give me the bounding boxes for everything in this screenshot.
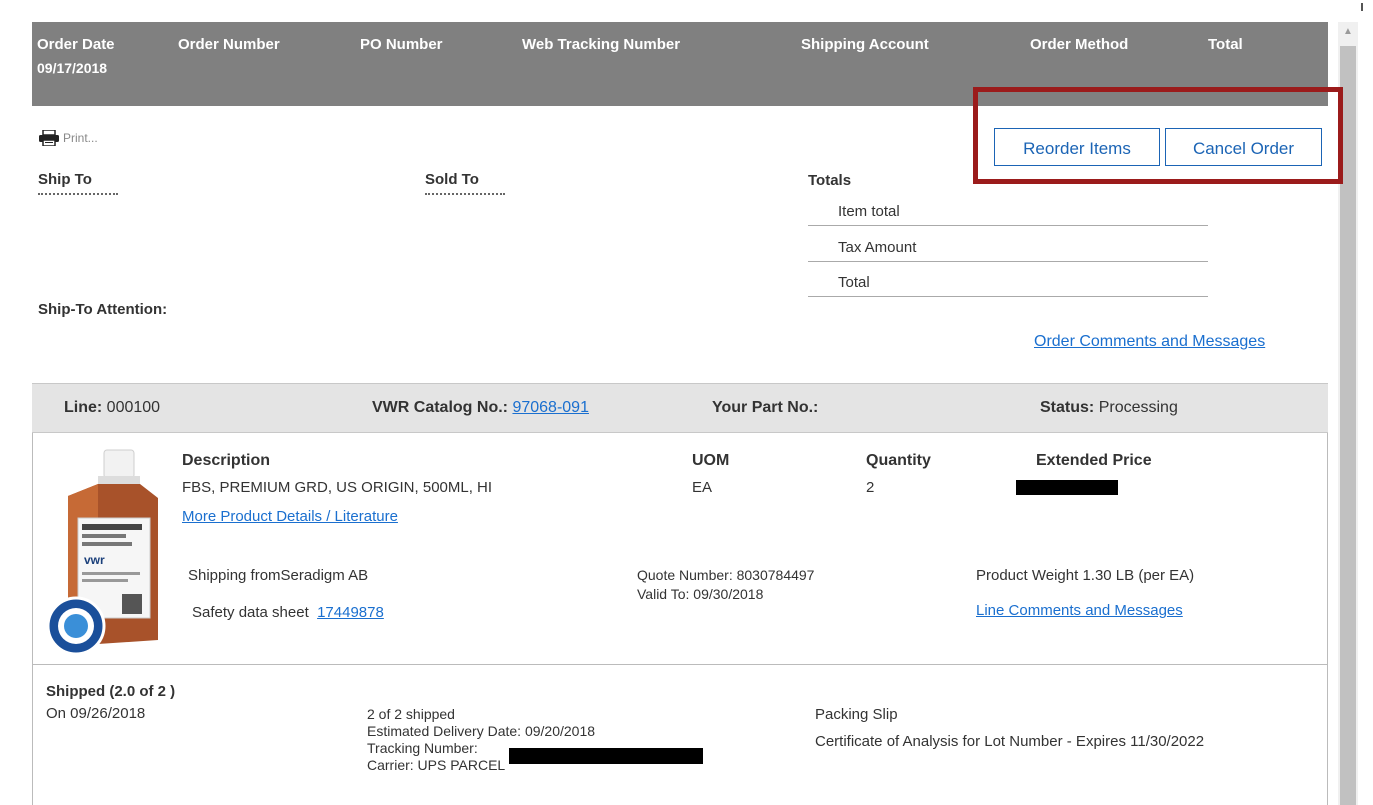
- col-order-date: Order Date: [37, 36, 115, 53]
- item-description: FBS, PREMIUM GRD, US ORIGIN, 500ML, HI: [182, 479, 493, 496]
- product-weight: Product Weight 1.30 LB (per EA): [976, 567, 1195, 584]
- ship-to-label: Ship To: [38, 171, 92, 188]
- divider: [808, 296, 1208, 297]
- shipping-from: Shipping fromSeradigm AB: [188, 567, 369, 584]
- catalog-number: VWR Catalog No.: 97068-091: [372, 399, 589, 417]
- sold-to-label: Sold To: [425, 171, 479, 188]
- status-label: Status:: [1040, 399, 1095, 416]
- col-web-tracking: Web Tracking Number: [522, 36, 681, 53]
- line-label: Line:: [64, 399, 103, 416]
- col-order-method: Order Method: [1030, 36, 1129, 53]
- col-order-number: Order Number: [178, 36, 280, 53]
- safety-data-sheet: Safety data sheet 17449878: [192, 604, 384, 621]
- status: Status: Processing: [1040, 399, 1178, 417]
- totals-heading: Totals: [808, 172, 852, 189]
- item-quantity: 2: [866, 479, 875, 496]
- svg-text:vwr: vwr: [84, 553, 105, 567]
- line-number: Line: 000100: [64, 399, 160, 417]
- product-details-link[interactable]: More Product Details / Literature: [182, 508, 398, 525]
- quote-valid-to: Valid To: 09/30/2018: [637, 586, 764, 602]
- status-value: Processing: [1098, 399, 1178, 416]
- totals-tax-amount: Tax Amount: [838, 239, 917, 256]
- order-date-value: 09/17/2018: [37, 60, 108, 76]
- line-comments-link[interactable]: Line Comments and Messages: [976, 602, 1183, 619]
- certificate-of-analysis: Certificate of Analysis for Lot Number -…: [815, 733, 1205, 750]
- order-comments-link[interactable]: Order Comments and Messages: [1034, 333, 1265, 351]
- redacted-price: [1016, 480, 1118, 495]
- ship-to-attention-label: Ship-To Attention:: [38, 301, 168, 318]
- part-number-label: Your Part No.:: [712, 399, 819, 416]
- highlight-box: [973, 87, 1343, 184]
- shipped-date: On 09/26/2018: [46, 705, 146, 722]
- item-uom: EA: [692, 479, 713, 496]
- tracking-label: Tracking Number:: [367, 740, 478, 756]
- extended-price-header: Extended Price: [1036, 452, 1152, 469]
- divider: [808, 225, 1208, 226]
- ship-to-value-truncated: [38, 193, 118, 198]
- safety-label: Safety data sheet: [192, 604, 309, 621]
- print-label: Print...: [63, 131, 98, 145]
- estimated-delivery: Estimated Delivery Date: 09/20/2018: [367, 723, 596, 739]
- description-header: Description: [182, 452, 271, 469]
- catalog-link[interactable]: 97068-091: [512, 399, 589, 416]
- col-shipping-account: Shipping Account: [801, 36, 929, 53]
- col-po-number: PO Number: [360, 36, 443, 53]
- uom-header: UOM: [692, 452, 730, 469]
- sold-to-value-truncated: [425, 193, 505, 198]
- scroll-up-arrow-icon[interactable]: ▲: [1338, 22, 1358, 42]
- safety-data-sheet-link[interactable]: 17449878: [317, 604, 384, 621]
- packing-slip: Packing Slip: [815, 706, 898, 723]
- product-image: vwr: [46, 448, 164, 658]
- printer-icon: [39, 130, 59, 146]
- corner-mark: [1361, 3, 1363, 11]
- totals-total: Total: [838, 274, 870, 291]
- catalog-label: VWR Catalog No.:: [372, 399, 508, 416]
- line-item-header: Line: 000100 VWR Catalog No.: 97068-091 …: [32, 383, 1328, 433]
- shipped-count: 2 of 2 shipped: [367, 706, 455, 722]
- quantity-header: Quantity: [866, 452, 931, 469]
- divider: [808, 261, 1208, 262]
- shipped-heading: Shipped (2.0 of 2 ): [46, 683, 176, 700]
- print-link[interactable]: Print...: [38, 130, 98, 146]
- redacted-tracking-number: [509, 748, 703, 764]
- totals-item-total: Item total: [838, 203, 900, 220]
- col-total: Total: [1208, 36, 1243, 53]
- line-value: 000100: [106, 399, 161, 416]
- quote-number: Quote Number: 8030784497: [637, 567, 815, 583]
